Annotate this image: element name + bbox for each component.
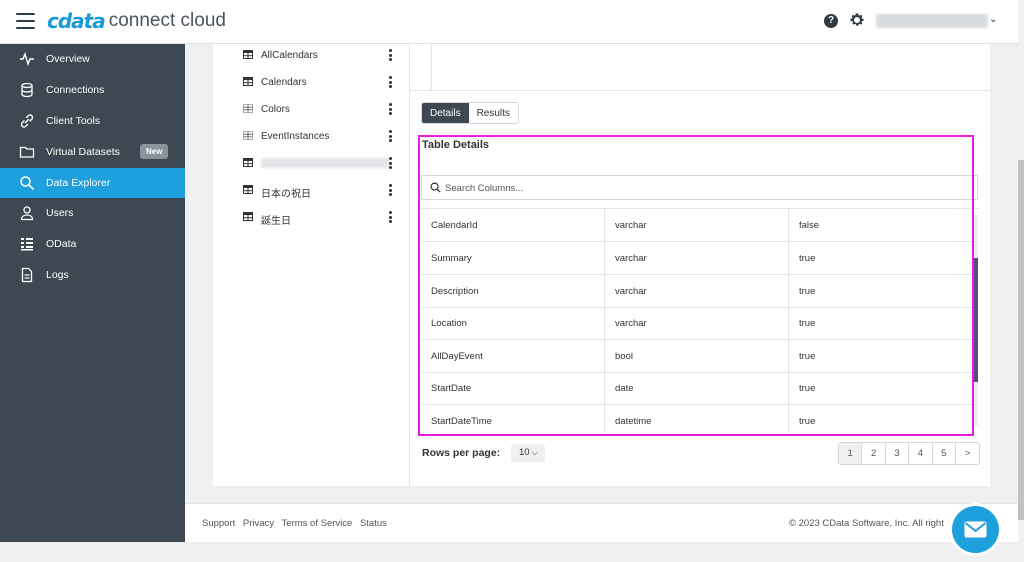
sidebar-item-label: Overview (46, 53, 90, 65)
table-icon (243, 50, 253, 59)
help-icon[interactable]: ? (824, 14, 838, 28)
sidebar-item-logs[interactable]: Logs (0, 260, 185, 290)
rows-per-page-value: 10 (519, 447, 530, 458)
page-scrollbar-thumb[interactable] (1018, 160, 1024, 520)
sidebar-item-label: OData (46, 238, 77, 250)
sidebar-item-overview[interactable]: Overview (0, 44, 185, 74)
tree-item[interactable]: 誕生日 (213, 207, 410, 229)
kebab-menu-icon[interactable] (389, 157, 393, 169)
user-menu[interactable] (876, 14, 988, 28)
kebab-menu-icon[interactable] (389, 211, 393, 223)
document-icon (21, 267, 33, 283)
tree-item[interactable]: Colors (213, 99, 410, 121)
tree-item[interactable]: 日本の祝日 (213, 180, 410, 202)
user-icon (20, 206, 34, 221)
tree-item-label: EventInstances (261, 131, 330, 142)
menu-icon[interactable] (16, 13, 35, 29)
sidebar-item-label: Users (46, 207, 74, 219)
logo-text: connect cloud (108, 10, 226, 31)
privacy-link[interactable]: Privacy (243, 518, 274, 529)
new-badge: New (140, 144, 169, 159)
tab-details[interactable]: Details (422, 103, 469, 123)
table-icon (243, 158, 253, 167)
page-2-button[interactable]: 2 (862, 443, 886, 464)
table-icon (243, 212, 253, 221)
kebab-menu-icon[interactable] (389, 130, 393, 142)
kebab-menu-icon[interactable] (389, 184, 393, 196)
sidebar-item-connections[interactable]: Connections (0, 75, 185, 105)
result-tabs: Details Results (421, 102, 519, 124)
tab-results[interactable]: Results (468, 103, 518, 123)
view-icon (243, 104, 253, 113)
folder-icon (19, 146, 35, 158)
footer: Support Privacy Terms of Service Status … (185, 503, 1018, 542)
sidebar-item-odata[interactable]: OData (0, 229, 185, 259)
next-page-button[interactable]: > (955, 443, 980, 464)
sidebar-item-label: Connections (46, 84, 105, 96)
page-3-button[interactable]: 3 (885, 443, 910, 464)
gear-icon[interactable] (849, 12, 865, 28)
redacted-label (261, 158, 389, 168)
search-icon (20, 176, 35, 191)
support-link[interactable]: Support (202, 518, 235, 529)
bottom-strip (0, 542, 1018, 562)
sidebar: Overview Connections Client Tools Virtua… (0, 44, 185, 542)
mail-icon (964, 521, 987, 538)
tree-item[interactable]: AllCalendars (213, 45, 410, 67)
copyright: © 2023 CData Software, Inc. All right (789, 518, 944, 529)
tree-item-label: Colors (261, 104, 290, 115)
logo-brand: cdata (47, 9, 106, 33)
database-icon (21, 82, 33, 98)
highlight-box (418, 135, 974, 436)
page-5-button[interactable]: 5 (932, 443, 956, 464)
top-header: cdata connect cloud ? ⌄ (0, 0, 1018, 44)
footer-links: Support Privacy Terms of Service Status (202, 518, 392, 529)
sidebar-item-label: Virtual Datasets (46, 146, 120, 158)
pagination: 1 2 3 4 5 > (838, 442, 981, 465)
tree-item-label: AllCalendars (261, 50, 318, 61)
view-icon (243, 131, 253, 140)
tree-item[interactable]: EventInstances (213, 126, 410, 148)
rows-per-page-select[interactable]: 10 ⌵ (511, 444, 545, 462)
link-icon (20, 114, 34, 128)
page-1-button[interactable]: 1 (839, 443, 863, 464)
odata-icon (21, 238, 33, 251)
query-editor[interactable] (431, 44, 990, 90)
terms-link[interactable]: Terms of Service (282, 518, 353, 529)
rows-per-page-label: Rows per page: (422, 447, 501, 459)
table-tree: AllCalendars Calendars Colors EventInsta… (213, 44, 410, 486)
sidebar-item-label: Logs (46, 269, 69, 281)
sidebar-item-label: Client Tools (46, 115, 101, 127)
sidebar-item-client-tools[interactable]: Client Tools (0, 106, 185, 136)
divider (410, 90, 990, 91)
page-4-button[interactable]: 4 (909, 443, 933, 464)
table-icon (243, 185, 253, 194)
status-link[interactable]: Status (360, 518, 387, 529)
tree-item-label: 日本の祝日 (261, 189, 311, 200)
contact-button[interactable] (952, 506, 999, 553)
chevron-down-icon: ⌵ (531, 448, 538, 457)
kebab-menu-icon[interactable] (389, 76, 393, 88)
tree-item[interactable] (213, 153, 410, 175)
sidebar-item-virtual-datasets[interactable]: Virtual Datasets New (0, 137, 185, 167)
kebab-menu-icon[interactable] (389, 49, 393, 61)
table-icon (243, 77, 253, 86)
pulse-icon (20, 51, 34, 67)
logo[interactable]: cdata connect cloud (47, 9, 226, 33)
sidebar-item-label: Data Explorer (46, 177, 111, 189)
tree-item-label: Calendars (261, 77, 307, 88)
tree-item[interactable]: Calendars (213, 72, 410, 94)
sidebar-item-data-explorer[interactable]: Data Explorer (0, 168, 185, 198)
sidebar-item-users[interactable]: Users (0, 198, 185, 228)
kebab-menu-icon[interactable] (389, 103, 393, 115)
tree-item-label: 誕生日 (261, 216, 291, 227)
chevron-down-icon[interactable]: ⌄ (989, 14, 997, 25)
